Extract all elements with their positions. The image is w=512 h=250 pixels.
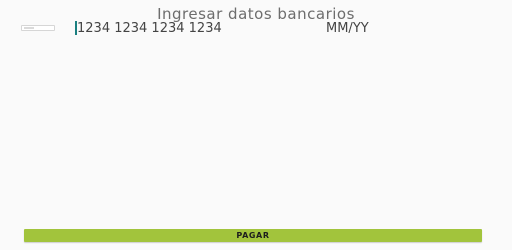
card-number-input[interactable] — [75, 18, 317, 38]
card-details-field[interactable] — [0, 18, 512, 38]
text-cursor — [75, 21, 77, 35]
pay-button[interactable]: PAGAR — [24, 229, 482, 242]
expiry-date-input[interactable] — [326, 18, 416, 38]
credit-card-icon — [21, 25, 55, 31]
